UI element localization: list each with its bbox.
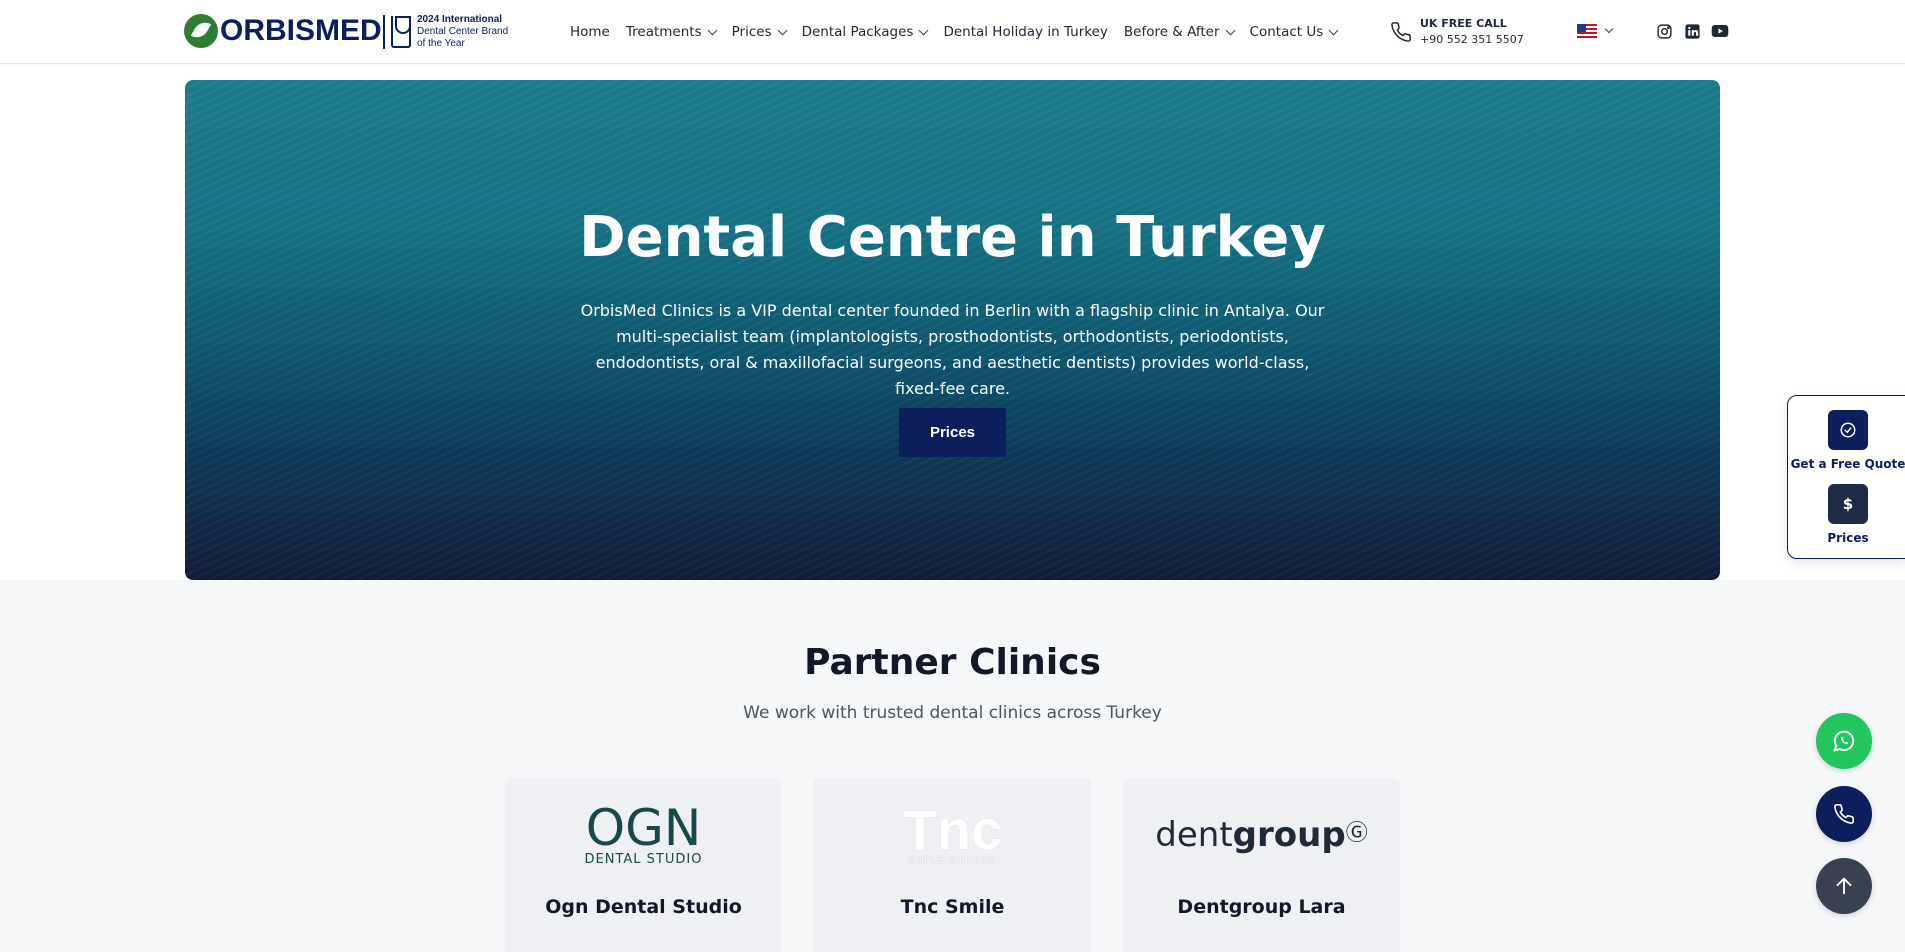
side-prices-button[interactable]: $ Prices: [1788, 484, 1905, 545]
hero-description: OrbisMed Clinics is a VIP dental center …: [580, 301, 1325, 398]
orbismed-logo[interactable]: ORBISMED: [184, 14, 382, 48]
partner-clinics-title: Partner Clinics: [804, 642, 1101, 683]
instagram-icon[interactable]: [1655, 22, 1673, 40]
chevron-down-icon: [1225, 25, 1235, 35]
partner-clinics-subtitle: We work with trusted dental clinics acro…: [743, 703, 1162, 723]
award-badge: 2024 International Dental Center Brand o…: [383, 14, 508, 50]
award-line-1: 2024 International: [417, 14, 503, 25]
logo-text: ORBISMED: [220, 14, 382, 47]
call-number: +90 552 351 5507: [1420, 33, 1524, 46]
partner-clinics-section: Partner Clinics We work with trusted den…: [0, 580, 1905, 952]
side-prices-label: Prices: [1827, 531, 1869, 545]
language-selector[interactable]: [1577, 24, 1614, 38]
clinic-name: Dentgroup Lara: [1177, 896, 1346, 918]
nav-dental-packages[interactable]: Dental Packages: [802, 24, 929, 40]
trophy-icon: [391, 16, 411, 48]
hero-title: Dental Centre in Turkey: [579, 205, 1326, 270]
uk-free-call[interactable]: UK FREE CALL +90 552 351 5507: [1390, 16, 1524, 48]
nav-before-after[interactable]: Before & After: [1124, 24, 1235, 40]
phone-icon: [1834, 804, 1854, 824]
scroll-to-top-button[interactable]: [1816, 858, 1872, 914]
hero-prices-button[interactable]: Prices: [899, 408, 1006, 457]
whatsapp-icon: [1833, 730, 1855, 752]
leaf-icon: [184, 14, 218, 48]
clinic-card-dentgroup[interactable]: dentgroupⒼ Dentgroup Lara: [1123, 778, 1400, 952]
linkedin-icon[interactable]: [1683, 22, 1701, 40]
nav-contact-us[interactable]: Contact Us: [1250, 24, 1339, 40]
floating-quote-panel: Get a Free Quote $ Prices: [1787, 395, 1905, 559]
tnc-logo: Tnc SMILE STUDIO: [902, 798, 1003, 867]
clinic-card-tnc[interactable]: Tnc SMILE STUDIO Tnc Smile: [814, 778, 1091, 952]
award-line-3: of the Year: [417, 38, 465, 49]
nav-dental-holiday[interactable]: Dental Holiday in Turkey: [943, 24, 1107, 40]
nav-home[interactable]: Home: [570, 24, 610, 40]
nav-treatments[interactable]: Treatments: [626, 24, 718, 40]
chevron-down-icon: [918, 25, 929, 35]
site-header: ORBISMED 2024 International Dental Cente…: [0, 0, 1905, 64]
chevron-down-icon: [1604, 24, 1614, 34]
call-button[interactable]: [1816, 786, 1872, 842]
youtube-icon[interactable]: [1711, 22, 1729, 40]
clinic-name: Ogn Dental Studio: [545, 896, 742, 918]
dollar-icon: $: [1828, 484, 1868, 524]
phone-icon: [1391, 22, 1411, 42]
clinic-card-ogn[interactable]: OGN DENTAL STUDIO Ogn Dental Studio: [505, 778, 782, 952]
us-flag-icon: [1577, 24, 1597, 38]
main-nav: Home Treatments Prices Dental Packages D…: [570, 0, 1353, 64]
dentgroup-logo: dentgroupⒼ: [1155, 815, 1368, 855]
award-line-2: Dental Center Brand: [417, 26, 509, 37]
get-free-quote-label: Get a Free Quote: [1790, 457, 1905, 471]
check-circle-icon: [1828, 410, 1868, 450]
clinic-name: Tnc Smile: [900, 896, 1005, 918]
g-circle-icon: Ⓖ: [1345, 821, 1368, 846]
whatsapp-button[interactable]: [1816, 713, 1872, 769]
arrow-up-icon: [1836, 877, 1852, 895]
nav-prices[interactable]: Prices: [732, 24, 788, 40]
get-free-quote-button[interactable]: Get a Free Quote: [1788, 410, 1905, 471]
chevron-down-icon: [777, 25, 788, 35]
chevron-down-icon: [1328, 25, 1339, 35]
chevron-down-icon: [707, 25, 718, 35]
call-label: UK FREE CALL: [1420, 17, 1507, 30]
social-links: [1645, 22, 1729, 40]
ogn-logo: OGN DENTAL STUDIO: [584, 798, 703, 867]
hero-banner: Dental Centre in Turkey OrbisMed Clinics…: [185, 80, 1720, 580]
